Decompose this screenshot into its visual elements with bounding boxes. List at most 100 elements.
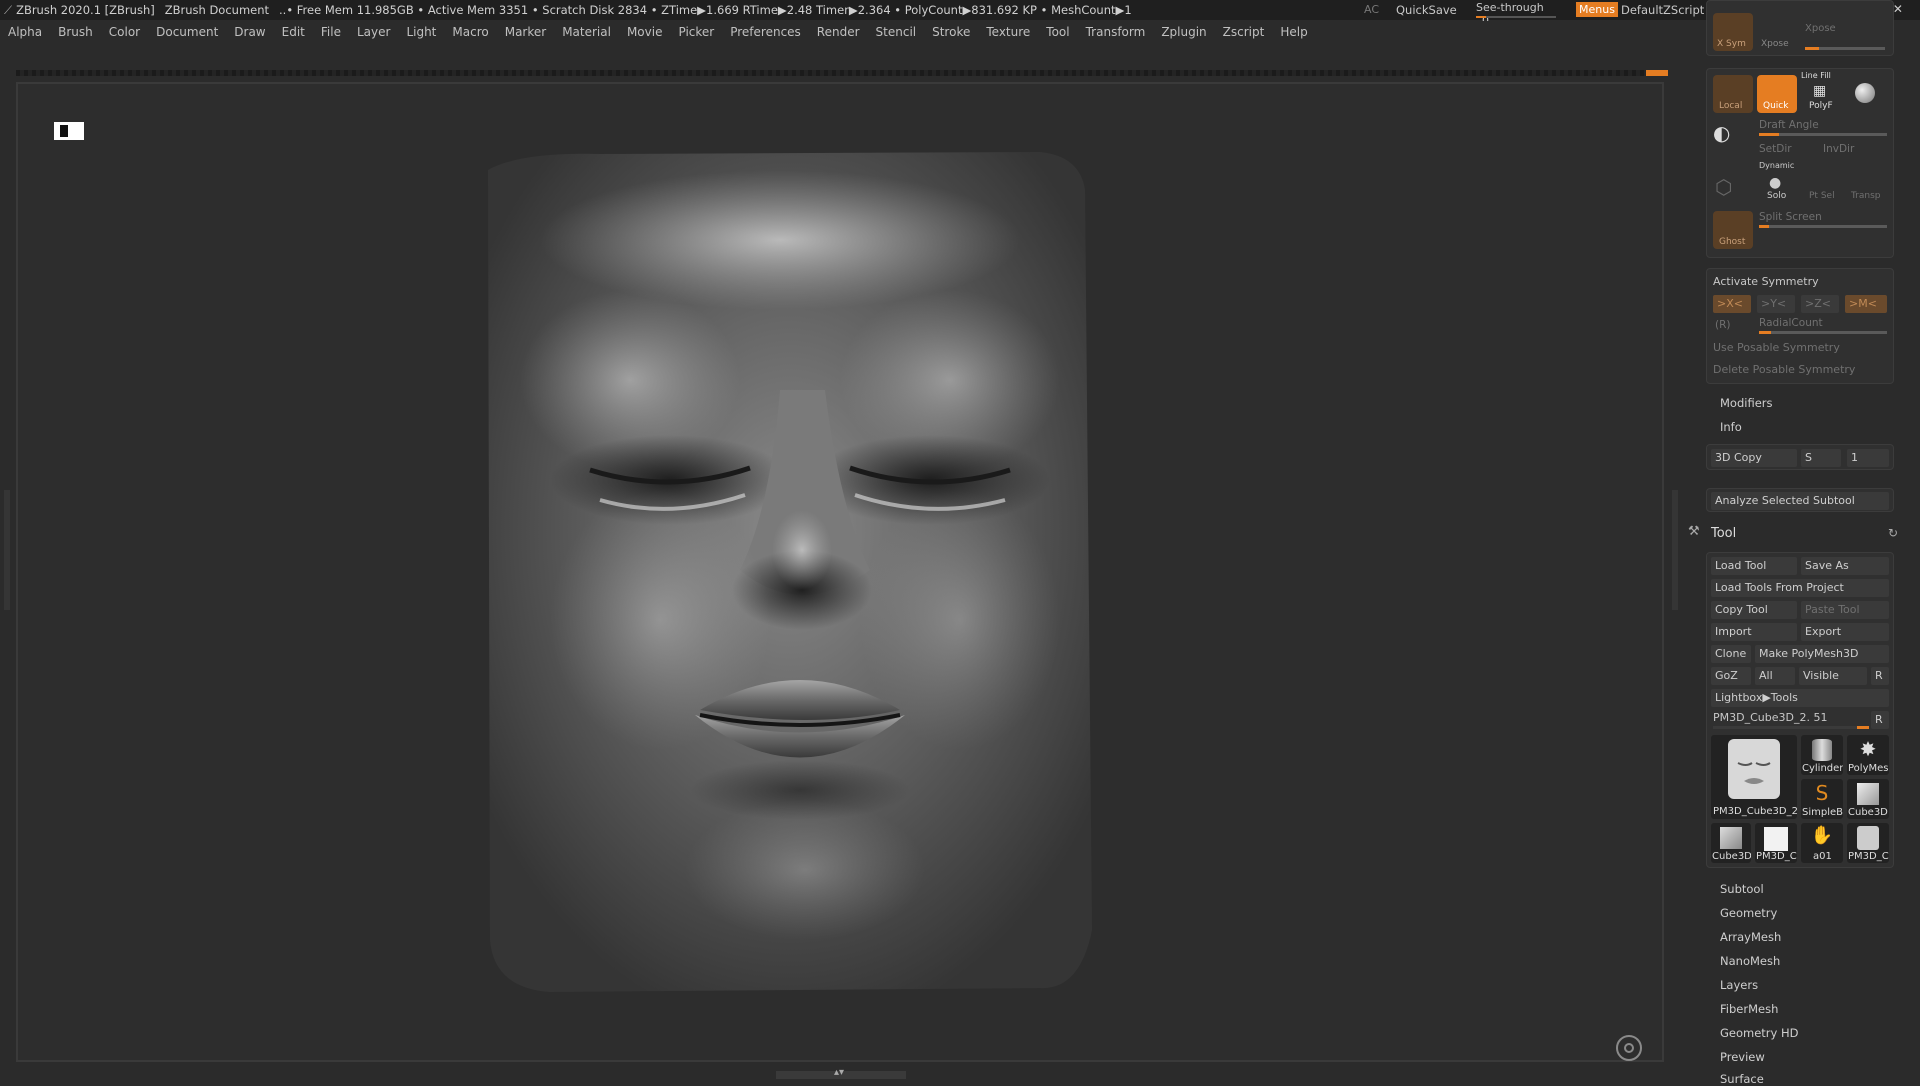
subpalette-geometry-hd[interactable]: Geometry HD xyxy=(1720,1026,1799,1040)
menu-light[interactable]: Light xyxy=(398,25,444,39)
copy3d-s-button[interactable]: S xyxy=(1801,449,1841,467)
copy-tool-button[interactable]: Copy Tool xyxy=(1711,601,1797,619)
contrast-icon[interactable]: ◐ xyxy=(1713,121,1730,145)
local-button[interactable]: Local xyxy=(1713,75,1753,113)
menu-movie[interactable]: Movie xyxy=(619,25,671,39)
left-tray-handle[interactable] xyxy=(4,490,10,610)
default-zscript-button[interactable]: DefaultZScript xyxy=(1621,3,1704,17)
save-as-button[interactable]: Save As xyxy=(1801,557,1889,575)
menu-zplugin[interactable]: Zplugin xyxy=(1153,25,1214,39)
tool-palette-title[interactable]: Tool xyxy=(1711,526,1736,541)
menu-zscript[interactable]: Zscript xyxy=(1215,25,1273,39)
xpose-slider[interactable] xyxy=(1805,47,1885,50)
split-screen-slider[interactable] xyxy=(1759,225,1887,228)
tool-thumb-cube3d[interactable]: Cube3D xyxy=(1847,779,1889,819)
floor-frame-icon[interactable] xyxy=(54,122,84,140)
sym-x-button[interactable]: >X< xyxy=(1713,295,1751,313)
menu-marker[interactable]: Marker xyxy=(497,25,554,39)
current-tool-slider-track[interactable] xyxy=(1713,726,1869,729)
menu-transform[interactable]: Transform xyxy=(1078,25,1154,39)
solo-button[interactable]: Dynamic ● Solo xyxy=(1757,161,1797,203)
material-sphere-icon[interactable] xyxy=(1845,75,1885,113)
menus-toggle[interactable]: Menus xyxy=(1576,2,1618,17)
radial-count-slider[interactable] xyxy=(1759,331,1887,334)
subpalette-nanomesh[interactable]: NanoMesh xyxy=(1720,954,1780,968)
menu-tool[interactable]: Tool xyxy=(1038,25,1077,39)
subpalette-geometry[interactable]: Geometry xyxy=(1720,906,1777,920)
menu-draw[interactable]: Draw xyxy=(226,25,273,39)
tool-thumb-simplebrush[interactable]: S SimpleB xyxy=(1801,779,1843,819)
setdir-button[interactable]: SetDir xyxy=(1759,143,1792,155)
quick-button[interactable]: Quick xyxy=(1757,75,1797,113)
menu-color[interactable]: Color xyxy=(101,25,148,39)
see-through-slider[interactable]: See-through 0 xyxy=(1476,1,1556,27)
menu-edit[interactable]: Edit xyxy=(274,25,313,39)
tool-thumb-polymesh[interactable]: ✸ PolyMes xyxy=(1847,735,1889,775)
menu-macro[interactable]: Macro xyxy=(444,25,496,39)
menu-material[interactable]: Material xyxy=(554,25,619,39)
delete-posable-symmetry-button[interactable]: Delete Posable Symmetry xyxy=(1713,363,1855,376)
bottom-tray-handle[interactable]: ▴▾ xyxy=(776,1067,906,1079)
menu-layer[interactable]: Layer xyxy=(349,25,398,39)
strip-marker[interactable] xyxy=(1646,70,1668,76)
tool-thumb-pm3d-cube3d-main[interactable]: PM3D_Cube3D_2 xyxy=(1711,735,1797,819)
goz-button[interactable]: GoZ xyxy=(1711,667,1751,685)
subpalette-arraymesh[interactable]: ArrayMesh xyxy=(1720,930,1781,944)
invdir-button[interactable]: InvDir xyxy=(1823,143,1854,155)
menu-document[interactable]: Document xyxy=(148,25,226,39)
current-tool-slider[interactable]: PM3D_Cube3D_2. 51 xyxy=(1713,711,1827,724)
refresh-icon[interactable]: ↻ xyxy=(1888,526,1898,540)
goz-visible-button[interactable]: Visible xyxy=(1799,667,1867,685)
activate-symmetry-button[interactable]: Activate Symmetry xyxy=(1713,275,1819,288)
transp-button[interactable]: Transp xyxy=(1845,165,1885,203)
menu-stroke[interactable]: Stroke xyxy=(924,25,978,39)
menu-brush[interactable]: Brush xyxy=(50,25,101,39)
radial-r-button[interactable]: (R) xyxy=(1715,319,1731,331)
draft-angle-slider[interactable] xyxy=(1759,133,1887,136)
ptsel-button[interactable]: Pt Sel xyxy=(1801,165,1841,203)
copy3d-value[interactable]: 1 xyxy=(1847,449,1889,467)
subpalette-subtool[interactable]: Subtool xyxy=(1720,882,1764,896)
xpose-button[interactable]: Xpose xyxy=(1757,13,1797,51)
tool-thumb-a01[interactable]: ✋ a01 xyxy=(1801,823,1843,863)
analyze-subtool-button[interactable]: Analyze Selected Subtool xyxy=(1711,492,1889,510)
menu-help[interactable]: Help xyxy=(1272,25,1315,39)
goz-r-button[interactable]: R xyxy=(1871,667,1889,685)
tray-arrow-icon[interactable]: ▴▾ xyxy=(834,1067,844,1078)
make-polymesh-button[interactable]: Make PolyMesh3D xyxy=(1755,645,1889,663)
tool-thumb-cylinder[interactable]: Cylinder xyxy=(1801,735,1843,775)
load-tools-from-project-button[interactable]: Load Tools From Project xyxy=(1711,579,1889,597)
paste-tool-button[interactable]: Paste Tool xyxy=(1801,601,1889,619)
ghost-button[interactable]: Ghost xyxy=(1713,211,1753,249)
tool-thumb-cube3d-2[interactable]: Cube3D xyxy=(1711,823,1751,863)
import-button[interactable]: Import xyxy=(1711,623,1797,641)
sym-z-button[interactable]: >Z< xyxy=(1801,295,1839,313)
right-tray-handle[interactable] xyxy=(1672,490,1678,610)
use-posable-symmetry-button[interactable]: Use Posable Symmetry xyxy=(1713,341,1840,354)
menu-texture[interactable]: Texture xyxy=(978,25,1038,39)
menu-picker[interactable]: Picker xyxy=(670,25,722,39)
goz-all-button[interactable]: All xyxy=(1755,667,1795,685)
menu-render[interactable]: Render xyxy=(809,25,868,39)
close-icon[interactable]: ✕ xyxy=(1893,2,1919,16)
sculpt-model[interactable] xyxy=(480,150,1195,1000)
copy3d-button[interactable]: 3D Copy xyxy=(1711,449,1797,467)
menu-alpha[interactable]: Alpha xyxy=(0,25,50,39)
modifiers-subpalette[interactable]: Modifiers xyxy=(1720,396,1773,410)
subpalette-layers[interactable]: Layers xyxy=(1720,978,1758,992)
orbit-gizmo-icon[interactable] xyxy=(1616,1035,1642,1061)
subpalette-surface[interactable]: Surface xyxy=(1720,1072,1764,1086)
menu-stencil[interactable]: Stencil xyxy=(868,25,925,39)
export-button[interactable]: Export xyxy=(1801,623,1889,641)
menu-preferences[interactable]: Preferences xyxy=(722,25,809,39)
subpalette-preview[interactable]: Preview xyxy=(1720,1050,1765,1064)
polyf-button[interactable]: Line Fill ▦ PolyF xyxy=(1801,71,1841,113)
tool-r-button[interactable]: R xyxy=(1871,711,1889,729)
xsym-button[interactable]: X Sym xyxy=(1713,13,1753,51)
info-subpalette[interactable]: Info xyxy=(1720,420,1742,434)
subpalette-fibermesh[interactable]: FiberMesh xyxy=(1720,1002,1778,1016)
load-tool-button[interactable]: Load Tool xyxy=(1711,557,1797,575)
lightbox-tools-button[interactable]: Lightbox▶Tools xyxy=(1711,689,1889,707)
sym-y-button[interactable]: >Y< xyxy=(1757,295,1795,313)
menu-file[interactable]: File xyxy=(313,25,349,39)
